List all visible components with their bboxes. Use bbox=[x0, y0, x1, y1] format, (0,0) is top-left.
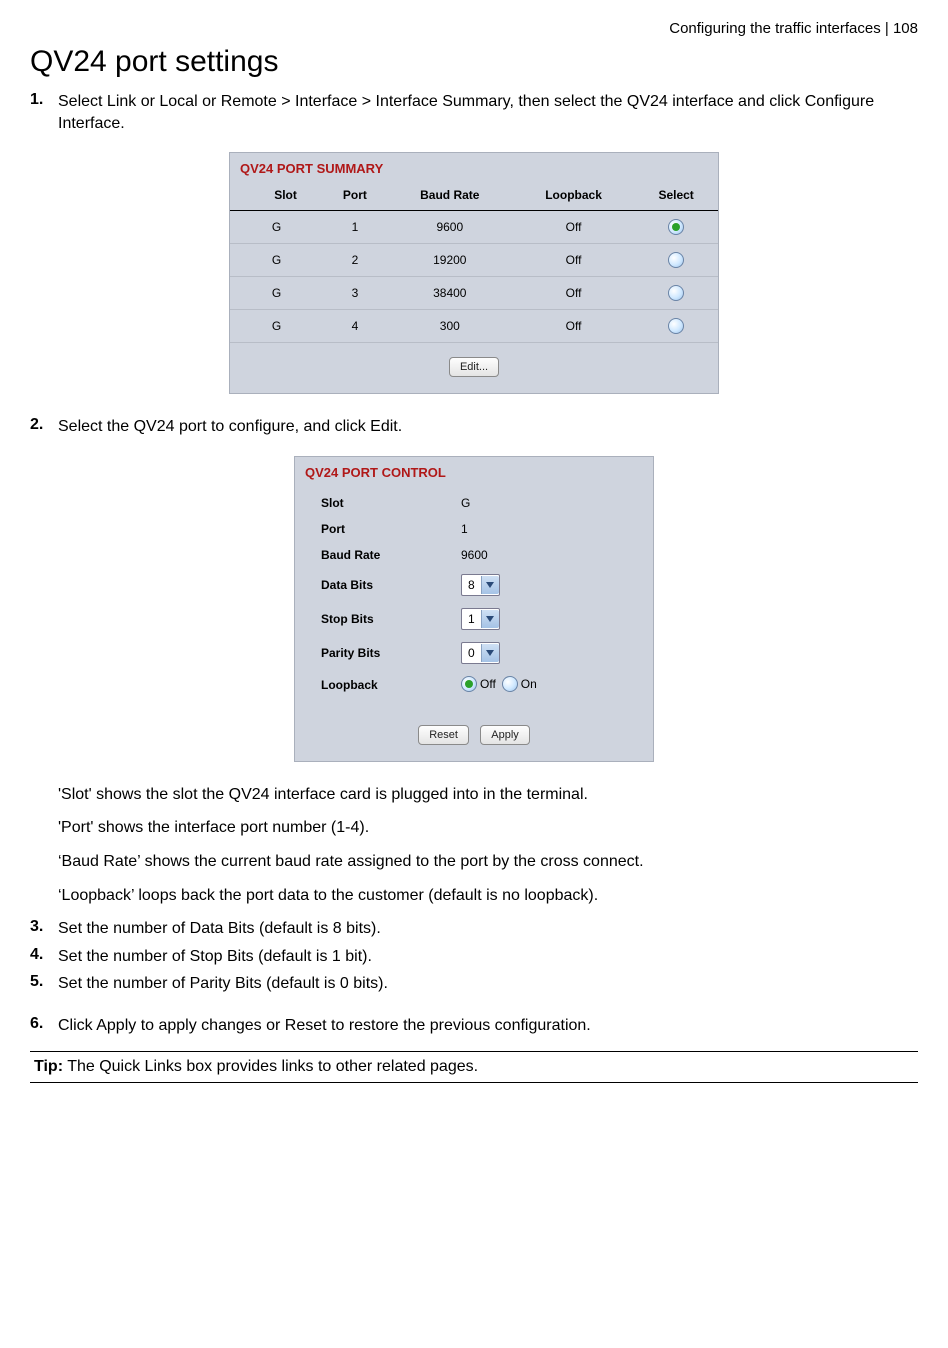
stop-bits-select[interactable]: 1 bbox=[461, 608, 500, 630]
col-loopback: Loopback bbox=[513, 182, 634, 211]
cell-port: 3 bbox=[323, 277, 387, 310]
step-5-text: Set the number of Parity Bits (default i… bbox=[58, 973, 388, 995]
cell-port: 2 bbox=[323, 244, 387, 277]
tip-text: The Quick Links box provides links to ot… bbox=[63, 1058, 478, 1075]
col-slot: Slot bbox=[230, 182, 323, 211]
label-data-bits: Data Bits bbox=[321, 578, 461, 592]
loopback-off-radio[interactable] bbox=[461, 676, 477, 692]
data-bits-value: 8 bbox=[468, 578, 475, 592]
step-6-text: Click Apply to apply changes or Reset to… bbox=[58, 1015, 591, 1037]
table-row: G 1 9600 Off bbox=[230, 211, 718, 244]
step-3-number: 3. bbox=[30, 918, 58, 940]
chevron-down-icon bbox=[481, 610, 499, 628]
parity-bits-value: 0 bbox=[468, 646, 475, 660]
descriptions: 'Slot' shows the slot the QV24 interface… bbox=[58, 784, 918, 906]
step-4-text: Set the number of Stop Bits (default is … bbox=[58, 946, 372, 968]
value-baud: 9600 bbox=[461, 548, 635, 562]
header-breadcrumb: Configuring the traffic interfaces | 108 bbox=[30, 20, 918, 37]
cell-slot: G bbox=[230, 310, 323, 343]
chevron-down-icon bbox=[481, 576, 499, 594]
cell-loopback: Off bbox=[513, 310, 634, 343]
label-port: Port bbox=[321, 522, 461, 536]
cell-slot: G bbox=[230, 277, 323, 310]
cell-loopback: Off bbox=[513, 244, 634, 277]
step-1: 1. Select Link or Local or Remote > Inte… bbox=[30, 91, 918, 134]
tip-label: Tip: bbox=[34, 1058, 63, 1075]
desc-slot: 'Slot' shows the slot the QV24 interface… bbox=[58, 784, 918, 806]
tip-box: Tip: The Quick Links box provides links … bbox=[30, 1051, 918, 1083]
edit-button[interactable]: Edit... bbox=[449, 357, 499, 377]
loopback-on-label: On bbox=[521, 677, 537, 691]
desc-baud: ‘Baud Rate’ shows the current baud rate … bbox=[58, 851, 918, 873]
step-2-number: 2. bbox=[30, 416, 58, 438]
cell-port: 4 bbox=[323, 310, 387, 343]
step-5-number: 5. bbox=[30, 973, 58, 995]
step-3: 3. Set the number of Data Bits (default … bbox=[30, 918, 918, 940]
step-6: 6. Click Apply to apply changes or Reset… bbox=[30, 1015, 918, 1037]
label-slot: Slot bbox=[321, 496, 461, 510]
cell-baud: 19200 bbox=[387, 244, 513, 277]
data-bits-select[interactable]: 8 bbox=[461, 574, 500, 596]
loopback-off-label: Off bbox=[480, 677, 496, 691]
table-row: G 4 300 Off bbox=[230, 310, 718, 343]
page-title: QV24 port settings bbox=[30, 45, 918, 79]
apply-button[interactable]: Apply bbox=[480, 725, 530, 745]
select-radio-3[interactable] bbox=[668, 285, 684, 301]
label-loopback: Loopback bbox=[321, 678, 461, 692]
step-1-text: Select Link or Local or Remote > Interfa… bbox=[58, 91, 918, 134]
cell-baud: 9600 bbox=[387, 211, 513, 244]
step-1-number: 1. bbox=[30, 91, 58, 134]
value-port: 1 bbox=[461, 522, 635, 536]
loopback-on-radio[interactable] bbox=[502, 676, 518, 692]
qv24-port-summary-panel: QV24 PORT SUMMARY Slot Port Baud Rate Lo… bbox=[229, 152, 719, 394]
step-5: 5. Set the number of Parity Bits (defaul… bbox=[30, 973, 918, 995]
desc-port: 'Port' shows the interface port number (… bbox=[58, 817, 918, 839]
col-select: Select bbox=[634, 182, 718, 211]
loopback-radio-group: Off On bbox=[461, 676, 537, 692]
label-parity-bits: Parity Bits bbox=[321, 646, 461, 660]
table-row: G 3 38400 Off bbox=[230, 277, 718, 310]
cell-baud: 300 bbox=[387, 310, 513, 343]
parity-bits-select[interactable]: 0 bbox=[461, 642, 500, 664]
col-baud: Baud Rate bbox=[387, 182, 513, 211]
qv24-port-control-panel: QV24 PORT CONTROL Slot G Port 1 Baud Rat… bbox=[294, 456, 654, 762]
col-port: Port bbox=[323, 182, 387, 211]
cell-loopback: Off bbox=[513, 211, 634, 244]
cell-slot: G bbox=[230, 211, 323, 244]
summary-panel-title: QV24 PORT SUMMARY bbox=[230, 153, 718, 182]
cell-baud: 38400 bbox=[387, 277, 513, 310]
label-baud: Baud Rate bbox=[321, 548, 461, 562]
step-3-text: Set the number of Data Bits (default is … bbox=[58, 918, 381, 940]
select-radio-2[interactable] bbox=[668, 252, 684, 268]
step-4-number: 4. bbox=[30, 946, 58, 968]
cell-loopback: Off bbox=[513, 277, 634, 310]
cell-port: 1 bbox=[323, 211, 387, 244]
step-6-number: 6. bbox=[30, 1015, 58, 1037]
summary-table: Slot Port Baud Rate Loopback Select G 1 … bbox=[230, 182, 718, 343]
desc-loopback: ‘Loopback’ loops back the port data to t… bbox=[58, 885, 918, 907]
select-radio-4[interactable] bbox=[668, 318, 684, 334]
step-2: 2. Select the QV24 port to configure, an… bbox=[30, 416, 918, 438]
step-2-text: Select the QV24 port to configure, and c… bbox=[58, 416, 402, 438]
cell-slot: G bbox=[230, 244, 323, 277]
reset-button[interactable]: Reset bbox=[418, 725, 469, 745]
step-4: 4. Set the number of Stop Bits (default … bbox=[30, 946, 918, 968]
label-stop-bits: Stop Bits bbox=[321, 612, 461, 626]
value-slot: G bbox=[461, 496, 635, 510]
select-radio-1[interactable] bbox=[668, 219, 684, 235]
table-row: G 2 19200 Off bbox=[230, 244, 718, 277]
control-panel-title: QV24 PORT CONTROL bbox=[295, 457, 653, 486]
stop-bits-value: 1 bbox=[468, 612, 475, 626]
chevron-down-icon bbox=[481, 644, 499, 662]
